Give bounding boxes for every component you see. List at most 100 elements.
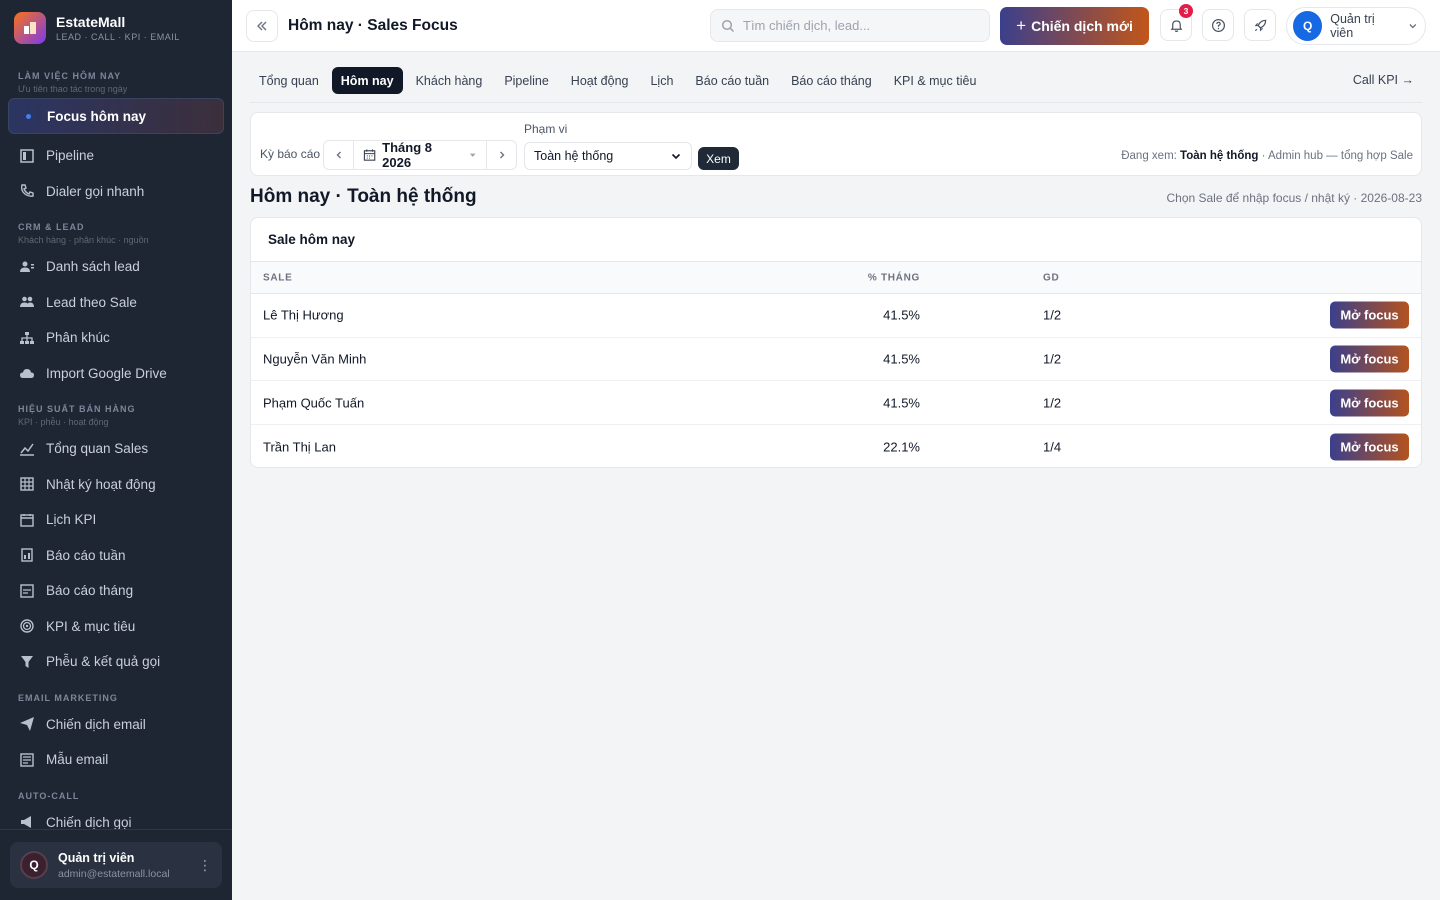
card-title: Sale hôm nay: [251, 218, 1421, 262]
call-kpi-link[interactable]: Call KPI →: [1353, 73, 1414, 87]
dot-icon: [20, 108, 36, 124]
prev-period-button[interactable]: [324, 141, 353, 169]
sidebar-item-lead-by-sale[interactable]: Lead theo Sale: [0, 285, 232, 321]
scope-value: Toàn hệ thống: [534, 149, 614, 163]
calendar-icon: [20, 513, 34, 527]
sidebar-item-weekly-report[interactable]: Báo cáo tuần: [0, 538, 232, 574]
tab-weekly-report[interactable]: Báo cáo tuần: [686, 67, 778, 94]
sidebar-item-label: Mẫu email: [46, 752, 109, 768]
bell-icon: [1170, 19, 1182, 32]
new-campaign-button[interactable]: + Chiến dịch mới: [1000, 7, 1149, 45]
viewing-suffix: · Admin hub — tổng hợp Sale: [1261, 150, 1413, 162]
report-icon: [21, 548, 33, 562]
calendar-report-icon: [20, 584, 34, 598]
period-select[interactable]: Tháng 8 2026: [353, 140, 487, 170]
notifications-button[interactable]: 3: [1160, 4, 1193, 41]
tab-bar: Tổng quan Hôm nay Khách hàng Pipeline Ho…: [250, 67, 1422, 103]
tab-today[interactable]: Hôm nay: [331, 67, 403, 94]
sidebar-item-activity-log[interactable]: Nhật ký hoạt động: [0, 467, 232, 503]
brand-name: EstateMall: [56, 14, 126, 30]
section-hint: Chọn Sale để nhập focus / nhật ký · 2026…: [1166, 191, 1422, 205]
chevron-down-icon: [1409, 24, 1417, 29]
tab-customers[interactable]: Khách hàng: [407, 67, 492, 94]
open-focus-button[interactable]: Mở focus: [1330, 433, 1409, 461]
chevron-right-icon: [499, 151, 504, 159]
open-focus-button[interactable]: Mở focus: [1330, 345, 1409, 373]
search-input[interactable]: Tìm chiến dịch, lead...: [710, 9, 990, 42]
view-button[interactable]: Xem: [698, 147, 739, 170]
brand-subtitle: LEAD · CALL · KPI · EMAIL: [56, 32, 180, 42]
section-subtitle: KPI · phễu · hoạt động: [18, 417, 109, 427]
double-chevron-left-icon: [257, 21, 267, 30]
open-focus-button[interactable]: Mở focus: [1330, 301, 1409, 329]
sale-pct: 41.5%: [883, 351, 920, 367]
section-title: HIỆU SUẤT BÁN HÀNG: [18, 404, 136, 414]
users-list-icon: [20, 261, 34, 272]
brand[interactable]: EstateMall LEAD · CALL · KPI · EMAIL: [0, 0, 232, 56]
collapse-sidebar-button[interactable]: [246, 9, 278, 42]
sale-pct: 41.5%: [883, 395, 920, 411]
sidebar-item-sales-overview[interactable]: Tổng quan Sales: [0, 431, 232, 467]
viewing-info: Đang xem: Toàn hệ thống · Admin hub — tổ…: [1121, 150, 1413, 162]
help-button[interactable]: [1202, 9, 1234, 41]
account-name: Quản trị viên: [1330, 12, 1375, 40]
sale-name: Trần Thị Lan: [263, 439, 336, 455]
search-placeholder: Tìm chiến dịch, lead...: [743, 18, 871, 33]
users-icon: [20, 296, 34, 308]
tab-activity[interactable]: Hoạt động: [562, 67, 638, 94]
sidebar-item-label: Pipeline: [46, 148, 95, 164]
section-title: EMAIL MARKETING: [18, 692, 118, 703]
sidebar-item-label: Lịch KPI: [46, 512, 97, 528]
funnel-icon: [21, 655, 33, 668]
caret-down-icon: [469, 153, 476, 157]
tab-overview[interactable]: Tổng quan: [250, 67, 328, 94]
sidebar-item-label: Chiến dịch gọi: [46, 814, 132, 830]
sidebar-item-label: Nhật ký hoạt động: [46, 476, 156, 492]
sidebar-item-monthly-report[interactable]: Báo cáo tháng: [0, 573, 232, 609]
next-period-button[interactable]: [487, 141, 516, 169]
tab-kpi-goals[interactable]: KPI & mục tiêu: [885, 67, 986, 94]
target-icon: [20, 619, 34, 633]
rocket-icon: [1254, 19, 1266, 31]
sale-gd: 1/2: [1043, 307, 1062, 323]
open-focus-button[interactable]: Mở focus: [1330, 389, 1409, 417]
section-title: CRM & LEAD: [18, 222, 85, 232]
quick-launch-button[interactable]: [1244, 9, 1276, 41]
sidebar-item-call-campaign[interactable]: Chiến dịch gọi: [0, 805, 232, 841]
table-row: Phạm Quốc Tuấn 41.5% 1/2 Mở focus: [251, 381, 1421, 426]
sidebar-item-pipeline[interactable]: Pipeline: [0, 138, 232, 174]
page-title: Hôm nay · Sales Focus: [288, 16, 458, 34]
sidebar-item-label: Danh sách lead: [46, 259, 140, 275]
sidebar-item-segments[interactable]: Phân khúc: [0, 320, 232, 356]
table-row: Trần Thị Lan 22.1% 1/4 Mở focus: [251, 425, 1421, 467]
sale-name: Nguyễn Văn Minh: [263, 351, 367, 367]
user-name: Quản trị viên: [58, 850, 135, 865]
tab-monthly-report[interactable]: Báo cáo tháng: [782, 67, 881, 94]
scope-select[interactable]: Toàn hệ thống: [524, 142, 692, 170]
account-menu[interactable]: Q Quản trị viên: [1286, 7, 1426, 45]
sidebar-item-kpi-goals[interactable]: KPI & mục tiêu: [0, 609, 232, 645]
cloud-icon: [20, 369, 34, 379]
sidebar-item-import-drive[interactable]: Import Google Drive: [0, 356, 232, 392]
sale-gd: 1/4: [1043, 439, 1062, 455]
sidebar-item-dialer[interactable]: Dialer gọi nhanh: [0, 174, 232, 210]
sidebar-item-lead-list[interactable]: Danh sách lead: [0, 249, 232, 285]
sidebar-item-label: Tổng quan Sales: [46, 441, 149, 457]
sidebar-item-email-template[interactable]: Mẫu email: [0, 742, 232, 778]
sidebar-divider: [0, 829, 232, 830]
sidebar-item-focus[interactable]: Focus hôm nay: [8, 98, 224, 134]
kebab-menu-icon[interactable]: ⋮: [198, 857, 212, 874]
sidebar-item-kpi-calendar[interactable]: Lịch KPI: [0, 502, 232, 538]
tab-pipeline[interactable]: Pipeline: [495, 67, 557, 94]
sidebar-item-email-campaign[interactable]: Chiến dịch email: [0, 707, 232, 743]
sale-gd: 1/2: [1043, 395, 1062, 411]
chevron-left-icon: [336, 151, 341, 159]
hierarchy-icon: [20, 331, 34, 344]
sidebar-item-funnel[interactable]: Phễu & kết quả gọi: [0, 644, 232, 680]
period-label: Kỳ báo cáo: [260, 147, 321, 161]
tab-calendar[interactable]: Lịch: [641, 67, 682, 94]
notification-badge: 3: [1179, 4, 1193, 18]
sidebar-item-label: Phân khúc: [46, 330, 110, 346]
sidebar-user-card[interactable]: Q Quản trị viên admin@estatemall.local ⋮: [10, 842, 222, 888]
period-picker: Tháng 8 2026: [323, 140, 517, 170]
